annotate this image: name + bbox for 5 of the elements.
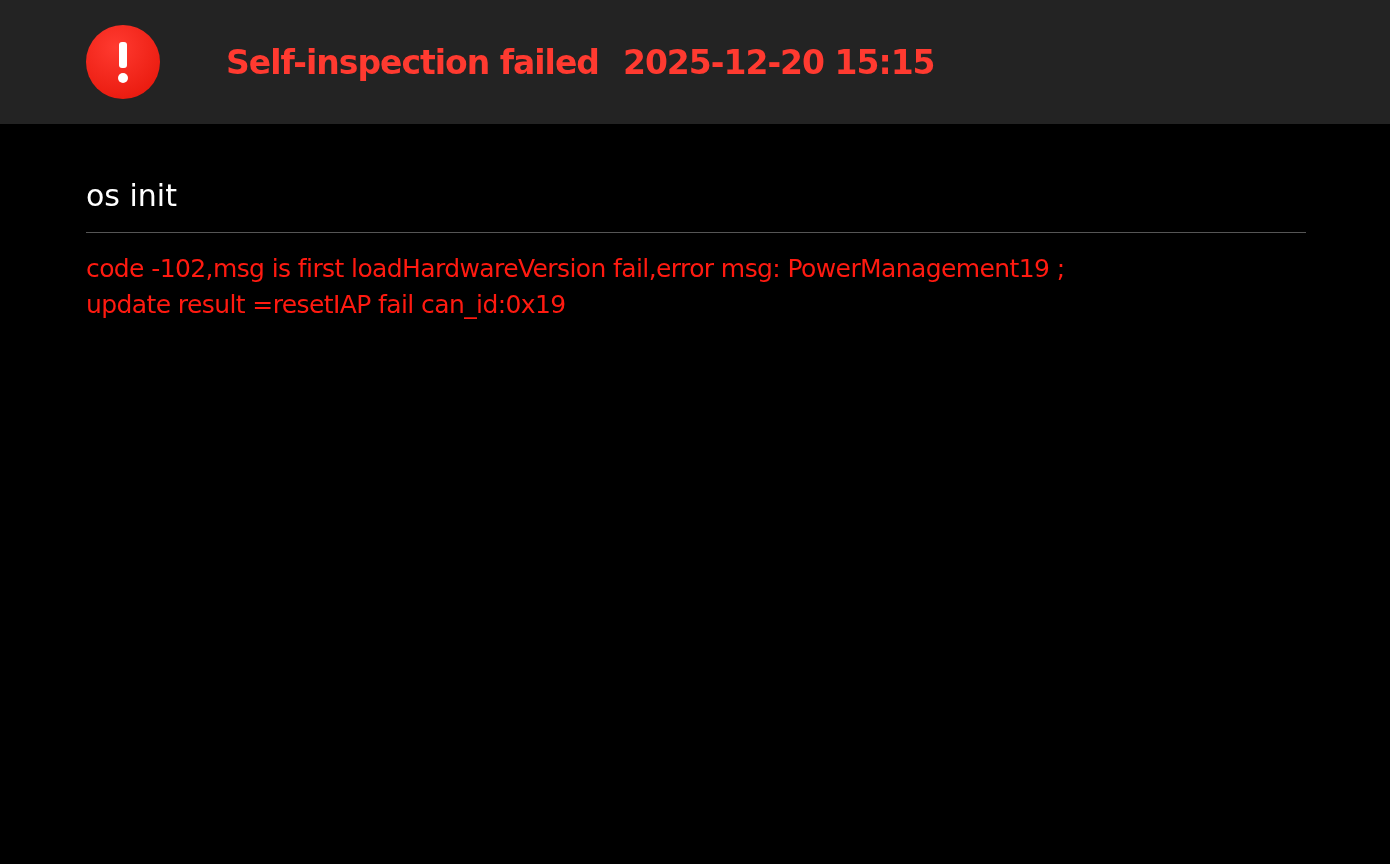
section-title: os init bbox=[86, 177, 178, 215]
error-message: update result =resetIAP fail can_id:0x19 bbox=[86, 289, 567, 321]
status-time: 2025-12-20 15:15 bbox=[622, 42, 935, 82]
error-message: code -102,msg is first loadHardwareVersion fail,error msg: PowerManagement19 ; bbox=[86, 253, 1066, 285]
status-title: Self-inspection failed bbox=[226, 42, 599, 82]
